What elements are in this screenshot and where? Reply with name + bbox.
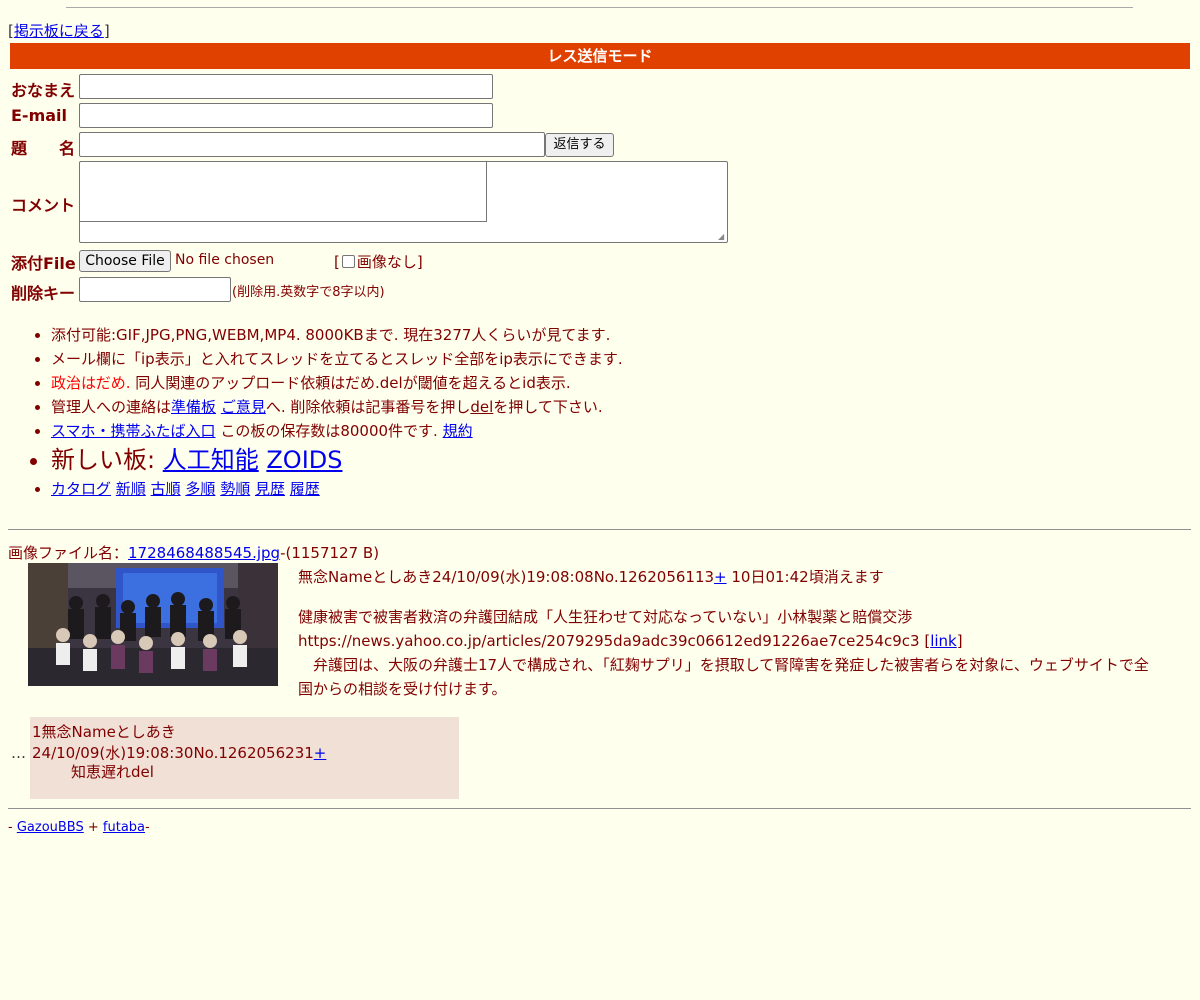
op-post-body: 健康被害で被害者救済の弁護団結成「人生狂わせて対応なっていない」小林製薬と賠償交… bbox=[298, 608, 1149, 698]
rule-mobile: スマホ・携帯ふたば入口 この板の保存数は80000件です. 規約 bbox=[51, 419, 623, 443]
email-label: E-mail bbox=[11, 106, 68, 125]
reply-plus-link[interactable]: + bbox=[314, 744, 327, 762]
reply-post: 1無念Nameとしあき24/10/09(水)19:08:30No.1262056… bbox=[30, 717, 459, 799]
board-rules-list: 添付可能:GIF,JPG,PNG,WEBM,MP4. 8000KBまで. 現在3… bbox=[30, 323, 623, 501]
reply-header: 1無念Nameとしあき24/10/09(水)19:08:30No.1262056… bbox=[32, 723, 327, 762]
no-image-checkbox[interactable] bbox=[341, 255, 355, 268]
zoids-board-link[interactable]: ZOIDS bbox=[266, 446, 342, 474]
post-history-link[interactable]: 履歴 bbox=[290, 480, 320, 498]
delete-key-input[interactable] bbox=[79, 277, 231, 302]
catalog-link[interactable]: カタログ bbox=[51, 480, 111, 498]
name-input[interactable] bbox=[79, 74, 493, 99]
rule-ip-display: メール欄に「ip表示」と入れてスレッドを立てるとスレッド全部をip表示にできます… bbox=[51, 347, 623, 371]
article-link[interactable]: link bbox=[930, 632, 957, 650]
feedback-link[interactable]: ご意見 bbox=[221, 398, 266, 416]
delete-key-hint: (削除用.英数字で8字以内) bbox=[232, 285, 385, 300]
terms-link[interactable]: 規約 bbox=[443, 422, 473, 440]
sort-momentum-link[interactable]: 勢順 bbox=[220, 480, 250, 498]
rule-contact: 管理人への連絡は準備板 ご意見へ. 削除依頼は記事番号を押しdelを押して下さい… bbox=[51, 395, 623, 419]
sort-old-link[interactable]: 古順 bbox=[151, 480, 181, 498]
thread-divider bbox=[8, 529, 1191, 530]
prep-board-link[interactable]: 準備板 bbox=[171, 398, 216, 416]
top-divider bbox=[66, 7, 1133, 8]
reply-mode-title: レス送信モード bbox=[10, 43, 1190, 69]
op-post-header: 無念Nameとしあき24/10/09(水)19:08:08No.12620561… bbox=[298, 568, 884, 586]
gazoubbs-link[interactable]: GazouBBS bbox=[17, 820, 84, 835]
comment-textarea-inner bbox=[80, 162, 487, 222]
no-image-option: [画像なし] bbox=[334, 253, 423, 271]
reply-indent-dots: … bbox=[11, 744, 26, 762]
sort-new-link[interactable]: 新順 bbox=[116, 480, 146, 498]
thread-thumbnail[interactable] bbox=[28, 563, 278, 686]
ai-board-link[interactable]: 人工知能 bbox=[163, 446, 259, 474]
op-plus-link[interactable]: + bbox=[714, 568, 727, 586]
reply-body: 知恵遅れdel bbox=[71, 763, 154, 781]
choose-file-button[interactable]: Choose File bbox=[79, 250, 171, 272]
email-input[interactable] bbox=[79, 103, 493, 128]
comment-label: コメント bbox=[11, 196, 76, 215]
footer-divider bbox=[8, 808, 1191, 809]
group-photo-image bbox=[28, 563, 278, 686]
rule-politics: 政治はだめ. 同人関連のアップロード依頼はだめ.delが閾値を超えるとid表示. bbox=[51, 371, 623, 395]
back-nav: [掲示板に戻る] bbox=[8, 22, 110, 40]
submit-reply-button[interactable]: 返信する bbox=[545, 133, 614, 157]
delete-key-label: 削除キー bbox=[11, 284, 76, 303]
sort-many-link[interactable]: 多順 bbox=[185, 480, 215, 498]
file-status: No file chosen bbox=[175, 252, 275, 268]
subject-input[interactable] bbox=[79, 132, 545, 157]
futaba-link[interactable]: futaba bbox=[103, 820, 145, 835]
back-to-board-link[interactable]: 掲示板に戻る bbox=[14, 22, 104, 40]
image-file-info: 画像ファイル名：1728468488545.jpg-(1157127 B) bbox=[8, 544, 380, 562]
file-label: 添付File bbox=[11, 254, 76, 273]
sort-links: カタログ 新順 古順 多順 勢順 見歴 履歴 bbox=[51, 477, 623, 501]
rule-attachments: 添付可能:GIF,JPG,PNG,WEBM,MP4. 8000KBまで. 現在3… bbox=[51, 323, 623, 347]
subject-label: 題 名 bbox=[11, 139, 76, 158]
name-label: おなまえ bbox=[11, 81, 76, 100]
mobile-entrance-link[interactable]: スマホ・携帯ふたば入口 bbox=[51, 422, 216, 440]
new-boards: 新しい板: 人工知能 ZOIDS bbox=[51, 443, 623, 477]
image-file-link[interactable]: 1728468488545.jpg bbox=[128, 544, 280, 562]
resize-handle-icon[interactable]: ◢ bbox=[718, 233, 726, 241]
view-history-link[interactable]: 見歴 bbox=[255, 480, 285, 498]
footer: - GazouBBS + futaba- bbox=[8, 820, 150, 835]
